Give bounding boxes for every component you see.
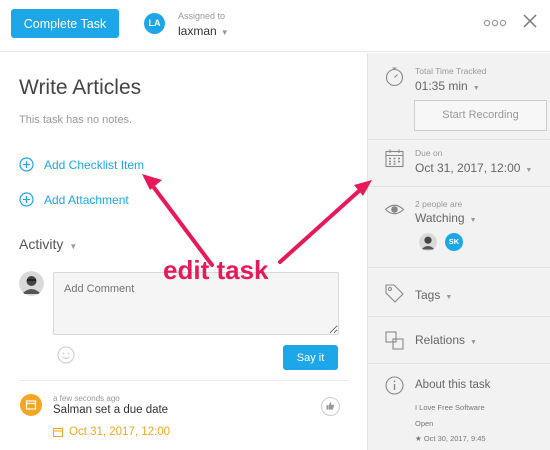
due-date-value: Oct 31, 2017, 12:00 <box>415 161 521 175</box>
annotation-label: edit task <box>163 255 269 285</box>
about-project[interactable]: I Love Free Software <box>415 403 485 412</box>
due-on-label: Due on <box>415 148 443 158</box>
watchers-label: 2 people are <box>415 199 463 209</box>
divider <box>368 139 550 140</box>
thumbs-up-icon <box>326 402 335 410</box>
annotation-arrow-left-head <box>142 174 162 190</box>
about-task-heading: About this task <box>415 379 491 391</box>
task-title[interactable]: Write Articles <box>19 76 141 100</box>
chevron-down-icon: ▼ <box>469 217 477 224</box>
divider <box>19 380 349 381</box>
add-checklist-label: Add Checklist Item <box>44 157 145 172</box>
created-date: Oct 30, 2017, 9:45 <box>423 434 486 443</box>
eye-icon <box>384 204 405 215</box>
divider <box>368 363 550 364</box>
relations-label: Relations <box>415 333 466 347</box>
about-status: Open <box>415 419 434 428</box>
tags-label: Tags <box>415 288 441 302</box>
chevron-down-icon: ▼ <box>472 85 480 92</box>
plus-circle-icon <box>19 192 34 207</box>
chevron-down-icon: ▼ <box>445 294 453 301</box>
activity-timestamp: a few seconds ago <box>53 394 120 403</box>
chevron-down-icon: ▼ <box>220 28 229 37</box>
watching-value: Watching <box>415 211 465 225</box>
close-icon[interactable] <box>522 13 538 29</box>
assigned-to-label: Assigned to <box>178 11 226 21</box>
time-tracked-dropdown[interactable]: 01:35 min ▼ <box>415 79 480 93</box>
relations-dropdown[interactable]: Relations ▼ <box>415 333 477 347</box>
calendar-icon <box>53 428 63 437</box>
annotation-arrow-left <box>150 183 214 267</box>
add-checklist-item-button[interactable]: Add Checklist Item <box>19 157 144 172</box>
due-date-dropdown[interactable]: Oct 31, 2017, 12:00 ▼ <box>415 161 532 175</box>
chevron-down-icon: ▼ <box>470 339 477 346</box>
activity-heading: Activity <box>19 236 64 252</box>
stopwatch-icon <box>385 67 404 87</box>
calendar-activity-icon <box>20 394 42 416</box>
plus-circle-icon <box>19 157 34 172</box>
activity-date-text: Oct 31, 2017, 12:00 <box>69 426 171 438</box>
task-notes[interactable]: This task has no notes. <box>19 114 132 126</box>
divider <box>368 316 550 317</box>
watcher-avatar[interactable]: SK <box>445 233 463 251</box>
watching-dropdown[interactable]: Watching ▼ <box>415 211 477 225</box>
task-details-sidebar: Total Time Tracked 01:35 min ▼ Start Reco… <box>367 53 550 450</box>
info-icon <box>385 376 404 395</box>
about-created: ★ Oct 30, 2017, 9:45 <box>415 434 486 443</box>
add-attachment-button[interactable]: Add Attachment <box>19 192 129 207</box>
chevron-down-icon: ▼ <box>69 242 78 251</box>
time-tracked-label: Total Time Tracked <box>415 66 487 76</box>
complete-task-button[interactable]: Complete Task <box>11 9 119 38</box>
task-header: Complete Task LA Assigned to laxman ▼ <box>0 0 550 52</box>
watcher-avatar[interactable] <box>419 233 437 251</box>
calendar-icon <box>385 149 404 168</box>
like-button[interactable] <box>321 397 340 416</box>
annotation-arrow-right <box>278 188 362 264</box>
relations-icon <box>385 331 404 350</box>
chevron-down-icon: ▼ <box>525 167 533 174</box>
activity-text: Salman set a due date <box>53 404 169 416</box>
say-it-button[interactable]: Say it <box>283 345 338 370</box>
add-attachment-label: Add Attachment <box>44 192 129 207</box>
star-icon: ★ <box>415 434 422 443</box>
activity-due-date: Oct 31, 2017, 12:00 <box>53 426 170 438</box>
divider <box>368 186 550 187</box>
tags-dropdown[interactable]: Tags ▼ <box>415 288 452 302</box>
assignee-dropdown[interactable]: laxman ▼ <box>178 24 229 38</box>
start-recording-button[interactable]: Start Recording <box>414 100 547 131</box>
more-options-icon[interactable] <box>483 17 507 29</box>
divider <box>368 267 550 268</box>
user-avatar <box>19 271 44 296</box>
tag-icon <box>385 284 404 303</box>
emoji-icon[interactable] <box>57 346 75 364</box>
assignee-name: laxman <box>178 24 217 38</box>
assignee-avatar[interactable]: LA <box>144 13 165 34</box>
time-tracked-value: 01:35 min <box>415 79 468 93</box>
activity-filter-dropdown[interactable]: Activity ▼ <box>19 236 77 252</box>
